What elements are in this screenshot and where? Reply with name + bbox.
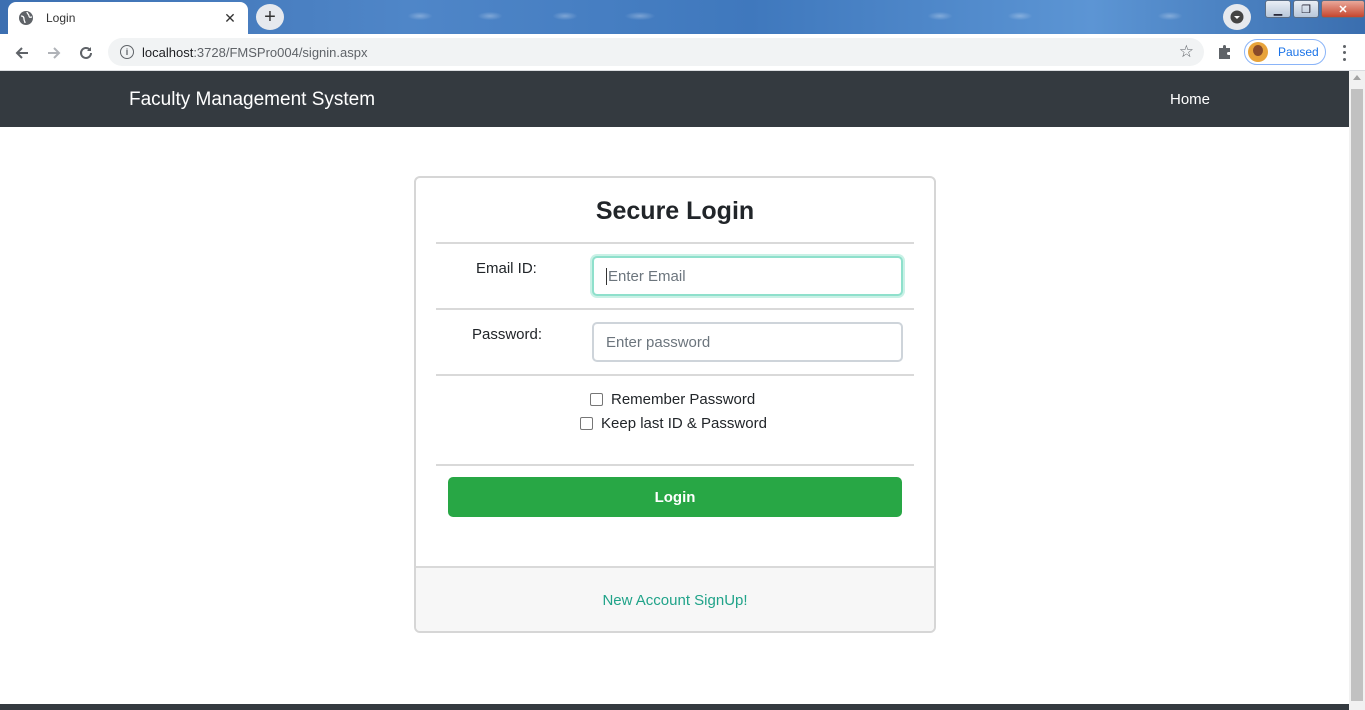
close-icon[interactable]: ✕ (222, 10, 238, 27)
profile-button[interactable]: Paused (1244, 39, 1326, 65)
info-icon[interactable]: i (120, 45, 134, 59)
email-label: Email ID: (476, 260, 537, 277)
url-host: localhost (142, 44, 194, 60)
profile-status: Paused (1278, 45, 1319, 59)
browser-tabstrip: Login ✕ + ▁ ❐ ✕ (0, 0, 1365, 34)
divider (436, 374, 914, 376)
restore-button[interactable]: ❐ (1293, 0, 1319, 18)
reload-icon[interactable] (74, 41, 98, 65)
brand-title[interactable]: Faculty Management System (129, 89, 375, 111)
email-field[interactable]: Enter Email (592, 256, 903, 296)
divider (436, 242, 914, 244)
window-close-button[interactable]: ✕ (1321, 0, 1365, 18)
password-label: Password: (472, 326, 543, 343)
login-button[interactable]: Login (448, 477, 902, 517)
tab-search-button[interactable] (1223, 4, 1251, 30)
star-icon[interactable]: ☆ (1179, 43, 1194, 61)
scrollbar-thumb[interactable] (1351, 89, 1363, 701)
remember-password-checkbox[interactable] (590, 393, 603, 406)
signup-link[interactable]: New Account SignUp! (416, 592, 934, 609)
card-footer: New Account SignUp! (416, 566, 934, 631)
address-bar[interactable]: i localhost:3728/FMSPro004/signin.aspx ☆ (108, 38, 1204, 66)
avatar (1248, 42, 1268, 62)
window-controls: ▁ ❐ ✕ (1263, 0, 1365, 18)
keep-last-id-label: Keep last ID & Password (601, 415, 767, 432)
globe-icon (19, 11, 33, 25)
remember-password-label: Remember Password (611, 391, 756, 408)
forward-icon[interactable] (42, 41, 66, 65)
keep-last-id-checkbox[interactable] (580, 417, 593, 430)
divider (436, 308, 914, 310)
back-icon[interactable] (10, 41, 34, 65)
divider (436, 464, 914, 466)
login-heading: Secure Login (595, 197, 755, 225)
browser-tab[interactable]: Login ✕ (8, 2, 248, 34)
browser-toolbar: i localhost:3728/FMSPro004/signin.aspx ☆… (0, 34, 1365, 71)
kebab-menu-icon[interactable] (1338, 43, 1350, 63)
keep-last-id-row[interactable]: Keep last ID & Password (580, 415, 767, 432)
url-path: :3728/FMSPro004/signin.aspx (193, 44, 368, 60)
password-field[interactable]: Enter password (592, 322, 903, 362)
plus-icon[interactable]: + (256, 4, 284, 30)
site-navbar: Faculty Management System Home (0, 71, 1349, 127)
page-scrollbar[interactable] (1349, 71, 1365, 710)
scroll-up-icon[interactable] (1353, 75, 1361, 80)
nav-home-link[interactable]: Home (1170, 91, 1210, 108)
minimize-button[interactable]: ▁ (1265, 0, 1291, 18)
login-card: Secure Login Email ID: Enter Email Passw… (414, 176, 936, 633)
page-footer (0, 704, 1349, 710)
tab-title: Login (46, 11, 76, 25)
chevron-down-icon (1230, 10, 1244, 24)
puzzle-icon[interactable] (1216, 43, 1234, 66)
remember-password-row[interactable]: Remember Password (590, 391, 755, 408)
